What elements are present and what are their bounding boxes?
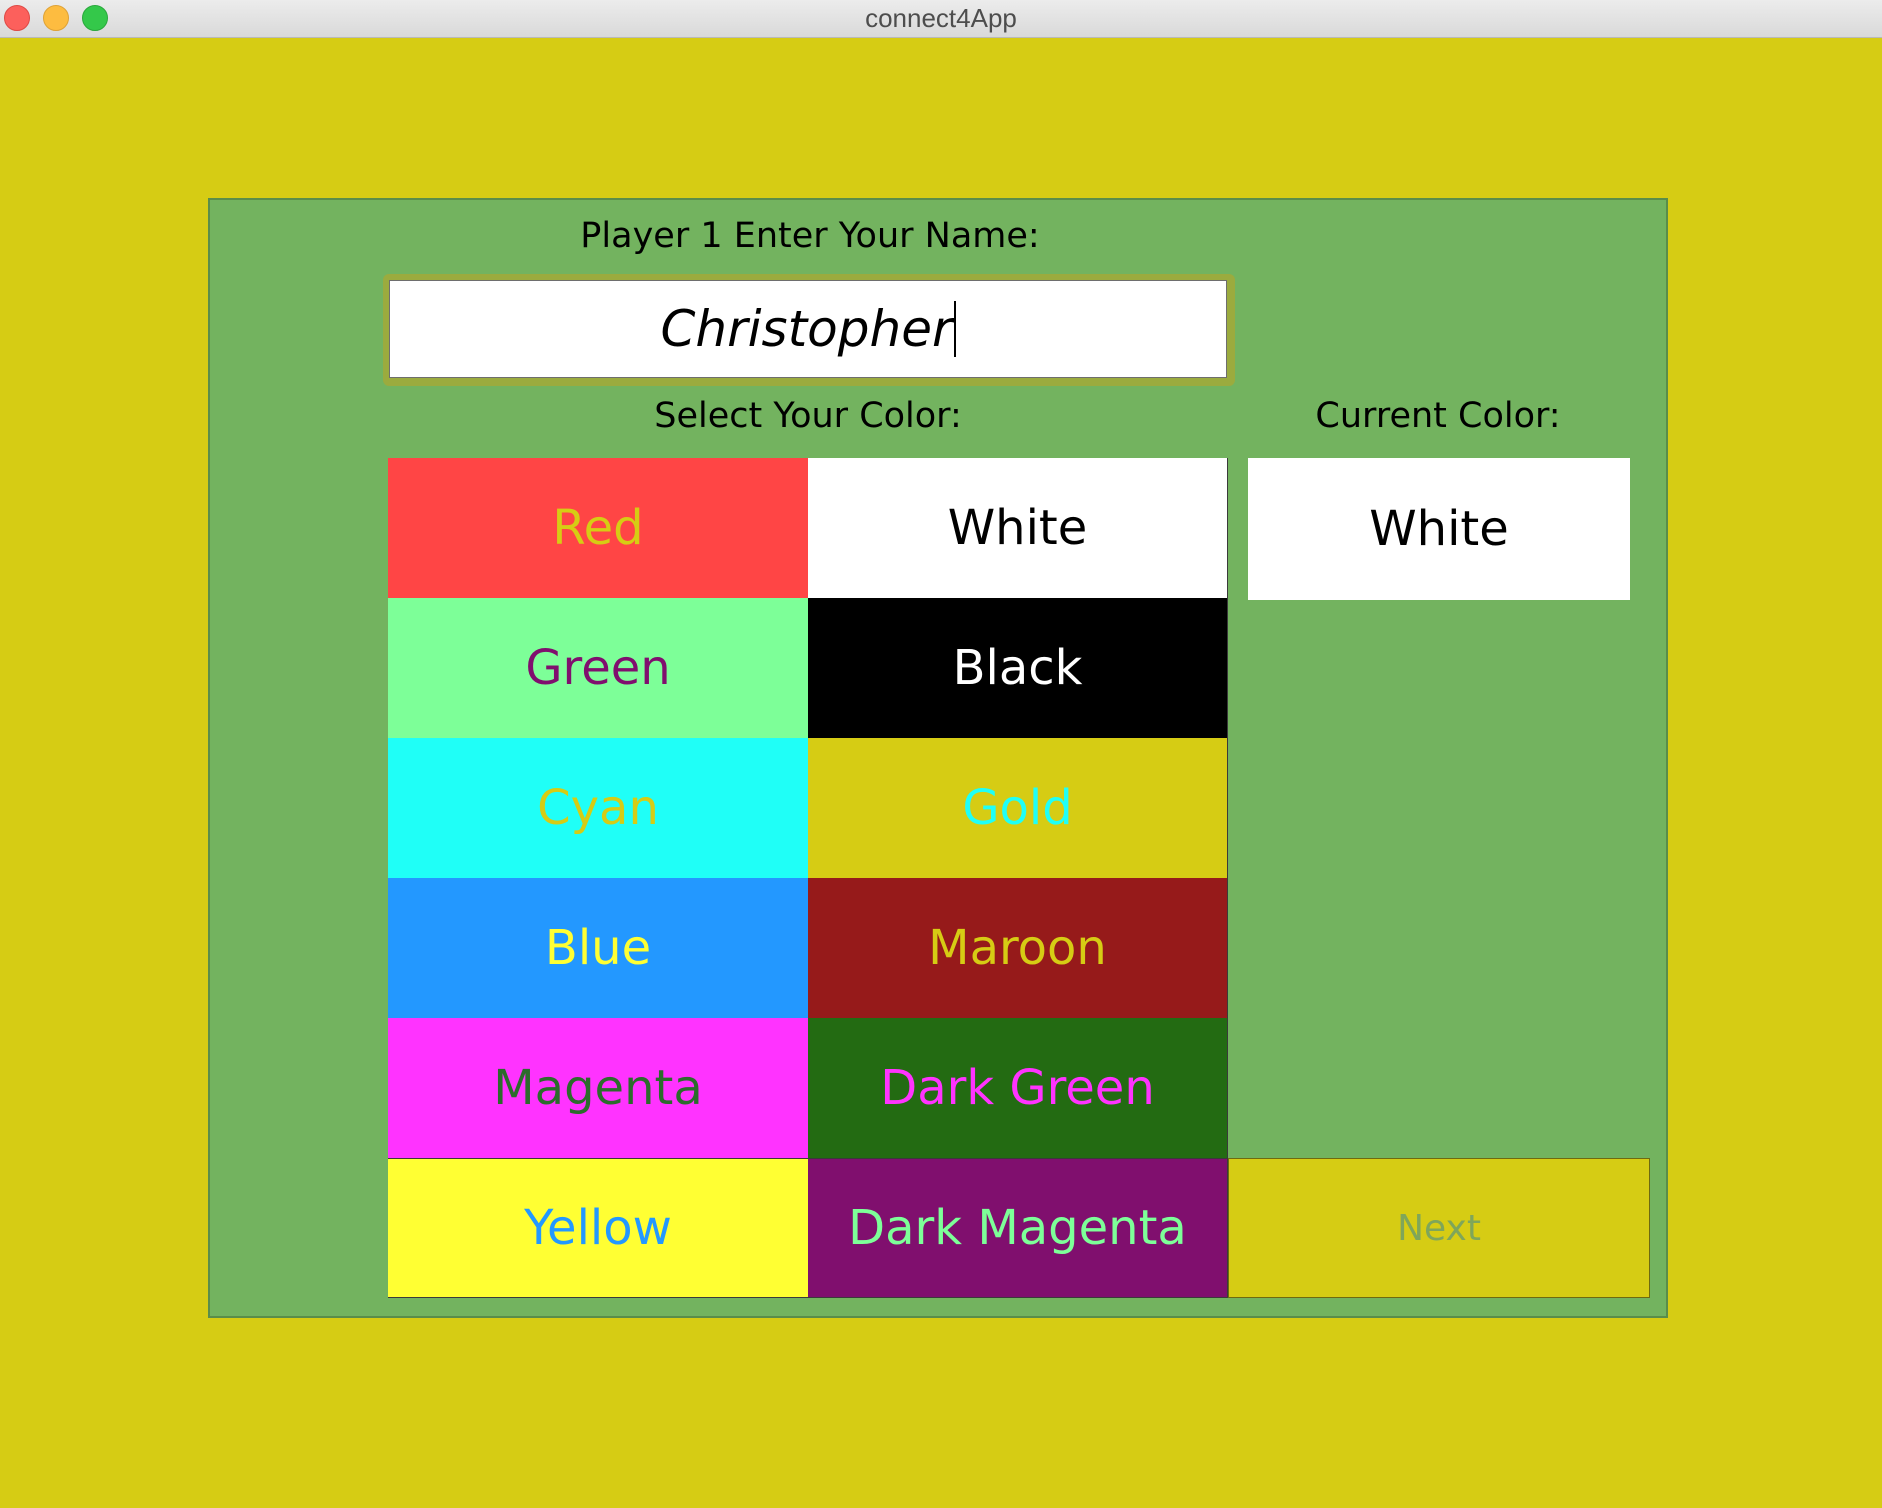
title-bar: connect4App: [0, 0, 1882, 38]
color-option-maroon[interactable]: Maroon: [808, 878, 1228, 1018]
name-input-focus-ring: Christopher: [383, 274, 1235, 386]
name-label: Player 1 Enter Your Name:: [580, 216, 1040, 256]
color-option-dark-green[interactable]: Dark Green: [808, 1018, 1228, 1158]
color-option-red[interactable]: Red: [388, 458, 808, 598]
app-window: connect4App Player 1 Enter Your Name: Ch…: [0, 0, 1882, 1508]
next-button[interactable]: Next: [1228, 1158, 1650, 1298]
color-option-green[interactable]: Green: [388, 598, 808, 738]
player-name-input[interactable]: Christopher: [389, 280, 1227, 378]
color-option-gold[interactable]: Gold: [808, 738, 1228, 878]
current-color-label: Current Color:: [1315, 396, 1561, 436]
color-option-white[interactable]: White: [808, 458, 1228, 598]
text-caret: [953, 301, 956, 357]
current-color-display: White: [1248, 458, 1630, 600]
color-option-black[interactable]: Black: [808, 598, 1228, 738]
color-option-blue[interactable]: Blue: [388, 878, 808, 1018]
color-option-magenta[interactable]: Magenta: [388, 1018, 808, 1158]
window-title: connect4App: [865, 3, 1017, 33]
color-option-cyan[interactable]: Cyan: [388, 738, 808, 878]
select-color-label: Select Your Color:: [654, 396, 962, 436]
player-name-value: Christopher: [660, 300, 953, 358]
color-option-dark-magenta[interactable]: Dark Magenta: [808, 1158, 1228, 1298]
color-option-yellow[interactable]: Yellow: [388, 1158, 808, 1298]
